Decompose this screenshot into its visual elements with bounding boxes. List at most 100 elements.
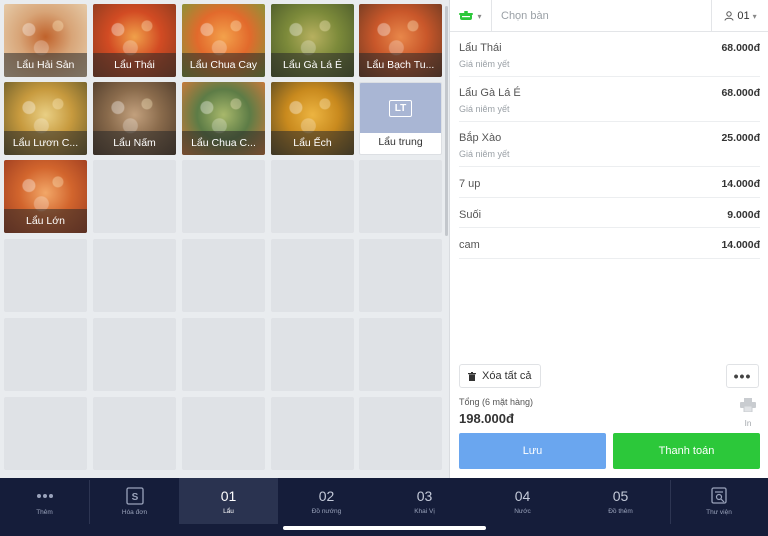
empty-slot [182,318,265,391]
trash-icon [468,371,476,381]
menu-item-tile[interactable]: LT Lẩu trung [359,82,442,155]
order-item-note: Giá niêm yết [459,59,510,69]
pos-app: Lẩu Hải Sản Lẩu Thái Lẩu Chua Cay Lẩu Gà Lá… [0,0,768,536]
empty-slot [271,160,354,233]
home-indicator [283,526,486,530]
nav-tab-label: Hóa đơn [121,508,148,516]
order-item-row[interactable]: cam 14.000đ [459,228,760,259]
empty-slot [359,397,442,470]
nav-tab-label: Khai Vị [414,507,435,515]
empty-slot [359,239,442,312]
pay-button[interactable]: Thanh toán [613,433,760,469]
order-item-row[interactable]: Lẩu Thái Giá niêm yết 68.000đ [459,32,760,77]
nav-tab-invoice[interactable]: S Hóa đơn [89,478,180,524]
print-label: In [744,419,752,428]
item-abbr-badge: LT [388,99,413,117]
menu-item-tile[interactable]: Lẩu Ếch [271,82,354,155]
nav-tab-02[interactable]: 02 Đồ nướng [278,478,375,524]
empty-slot [4,397,87,470]
menu-item-label: Lẩu Bạch Tu... [359,53,442,77]
empty-slot [93,160,176,233]
clear-all-button[interactable]: Xóa tất cả [459,364,541,388]
menu-item-tile[interactable]: Lẩu Thái [93,4,176,77]
menu-item-label: Lẩu Chua C... [182,131,265,155]
order-list: Lẩu Thái Giá niêm yết 68.000đ Lẩu Gà Lá É Gi… [459,32,760,259]
nav-tab-label: Nước [514,507,531,515]
menu-item-label: Lẩu Chua Cay [182,53,265,77]
print-button[interactable]: In [737,398,759,428]
nav-tab-01[interactable]: 01 Lẩu [179,478,278,524]
empty-slot [182,397,265,470]
order-item-price: 25.000đ [721,132,760,144]
save-button[interactable]: Lưu [459,433,606,469]
order-item-row[interactable]: Bắp Xào Giá niêm yết 25.000đ [459,122,760,167]
menu-grid[interactable]: Lẩu Hải Sản Lẩu Thái Lẩu Chua Cay Lẩu Gà Lá… [0,0,449,478]
nav-tab-label: Đồ nướng [311,507,342,515]
empty-slot [271,239,354,312]
empty-slot [4,318,87,391]
nav-tab-number: 02 [318,487,335,504]
nav-divider [89,480,90,524]
menu-item-tile[interactable]: Lẩu Chua Cay [182,4,265,77]
order-item-name: Suối [459,208,482,221]
empty-slot [93,318,176,391]
empty-slot [93,397,176,470]
guest-count-picker[interactable]: 01 ▾ [711,0,768,32]
nav-tab-library[interactable]: Thư viện [670,478,768,524]
order-item-note: Giá niêm yết [459,149,510,159]
empty-slot [271,397,354,470]
area-picker[interactable]: ▾ [450,0,492,32]
menu-item-label: Lẩu Hải Sản [4,53,87,77]
menu-item-tile[interactable]: Lẩu Lớn [4,160,87,233]
item-abbr-area: LT [360,83,441,133]
nav-tab-03[interactable]: 03 Khai Vị [375,478,474,524]
order-item-price: 14.000đ [721,239,760,251]
order-item-name: cam [459,239,480,251]
nav-divider [670,480,671,524]
printer-icon [740,398,756,413]
total-value: 198.000đ [459,411,514,426]
order-item-row[interactable]: Suối 9.000đ [459,198,760,228]
chevron-down-icon: ▾ [752,11,757,21]
empty-slot [93,239,176,312]
pot-icon [459,11,474,20]
menu-item-label: Lẩu Gà Lá É [271,53,354,77]
order-item-row[interactable]: Lẩu Gà Lá É Giá niêm yết 68.000đ [459,77,760,122]
nav-tab-number: 05 [612,487,629,504]
nav-tab-label: Thêm [36,508,53,516]
order-item-name: 7 up [459,178,481,190]
order-item-price: 68.000đ [721,87,760,99]
menu-item-tile[interactable]: Lẩu Chua C... [182,82,265,155]
empty-slot [359,160,442,233]
order-item-price: 9.000đ [727,208,760,221]
table-select[interactable]: Chọn bàn [501,0,549,32]
invoice-icon: S [125,486,144,505]
empty-slot [182,160,265,233]
order-item-price: 14.000đ [721,178,760,190]
nav-tab-label: Thư viện [706,508,732,516]
menu-item-tile[interactable]: Lẩu Hải Sản [4,4,87,77]
order-header: ▾ Chọn bàn 01 ▾ [450,0,768,32]
menu-item-label: Lẩu Lươn C... [4,131,87,155]
empty-slot [4,239,87,312]
nav-tab-04[interactable]: 04 Nước [474,478,571,524]
menu-item-label: Lẩu Nấm [93,131,176,155]
order-item-row[interactable]: 7 up 14.000đ [459,167,760,198]
nav-tab-05[interactable]: 05 Đồ thêm [571,478,670,524]
person-icon [724,11,734,21]
empty-slot [182,239,265,312]
menu-item-tile[interactable]: Lẩu Lươn C... [4,82,87,155]
grid-scrollbar[interactable] [445,6,448,236]
menu-item-tile[interactable]: Lẩu Bạch Tu... [359,4,442,77]
menu-item-label: Lẩu Ếch [271,131,354,155]
nav-tab-number: 04 [514,487,531,504]
more-options-button[interactable]: ••• [726,364,759,388]
total-label: Tổng (6 mặt hàng) [459,397,534,407]
clear-all-label: Xóa tất cả [482,370,532,382]
order-item-name: Lẩu Thái [459,42,502,54]
empty-slot [359,318,442,391]
menu-item-tile[interactable]: Lẩu Nấm [93,82,176,155]
nav-tab-more-dots[interactable]: Thêm [0,478,89,524]
menu-item-tile[interactable]: Lẩu Gà Lá É [271,4,354,77]
order-item-price: 68.000đ [721,42,760,54]
